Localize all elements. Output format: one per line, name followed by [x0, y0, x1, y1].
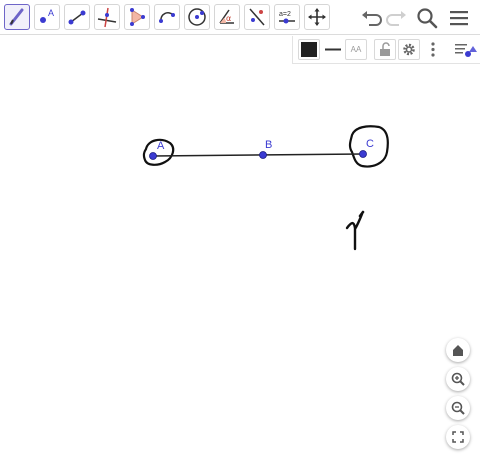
redo-icon: [386, 11, 406, 26]
zoom-in-button[interactable]: [446, 367, 470, 391]
freehand-pen-tool[interactable]: [4, 4, 30, 30]
slider-tool[interactable]: a=2: [274, 4, 300, 30]
home-button[interactable]: [446, 338, 470, 362]
point-tool[interactable]: A: [34, 4, 60, 30]
search-icon: [417, 8, 438, 29]
circle-tool[interactable]: [184, 4, 210, 30]
main-menu-button[interactable]: [446, 5, 472, 31]
slider-tool-label: a=2: [279, 11, 291, 18]
point-icon: A: [40, 8, 54, 23]
undo-button[interactable]: [358, 5, 384, 31]
main-toolbar: A α a=2: [0, 0, 480, 35]
point-a-label: A: [157, 140, 165, 152]
move-graphics-tool[interactable]: [304, 4, 330, 30]
point-b-label: B: [265, 139, 273, 151]
point-tool-label: A: [48, 8, 54, 18]
reflect-tool[interactable]: [244, 4, 270, 30]
zoom-out-icon: [451, 401, 465, 415]
redo-button[interactable]: [384, 5, 410, 31]
zoom-in-icon: [451, 372, 465, 386]
semicircle-tool[interactable]: [154, 4, 180, 30]
fullscreen-icon: [452, 431, 464, 443]
angle-tool-label: α: [226, 14, 231, 23]
circle-icon: [188, 8, 206, 26]
menu-icon: [450, 11, 468, 26]
angle-tool[interactable]: α: [214, 4, 240, 30]
slider-icon: a=2: [279, 11, 295, 24]
point-c[interactable]: [359, 150, 367, 158]
segment-icon: [68, 10, 86, 25]
point-c-label: C: [366, 138, 374, 150]
graphics-view[interactable]: A B C: [0, 36, 480, 460]
perpendicular-line-tool[interactable]: [94, 4, 120, 30]
point-b[interactable]: [259, 151, 267, 159]
fullscreen-button[interactable]: [446, 425, 470, 449]
undo-icon: [362, 11, 382, 26]
zoom-out-button[interactable]: [446, 396, 470, 420]
move-icon: [308, 8, 326, 26]
search-button[interactable]: [414, 5, 440, 31]
home-icon: [453, 345, 463, 356]
segment-ac[interactable]: [152, 153, 364, 157]
polygon-tool[interactable]: [124, 4, 150, 30]
pen-icon: [9, 8, 24, 26]
perpendicular-icon: [97, 7, 117, 28]
freehand-stroke-hook[interactable]: [345, 212, 364, 251]
reflect-icon: [249, 8, 265, 26]
polygon-icon: [130, 8, 145, 26]
segment-tool[interactable]: [64, 4, 90, 30]
arc-icon: [159, 12, 175, 23]
point-a[interactable]: [149, 152, 157, 160]
angle-icon: α: [219, 9, 234, 24]
